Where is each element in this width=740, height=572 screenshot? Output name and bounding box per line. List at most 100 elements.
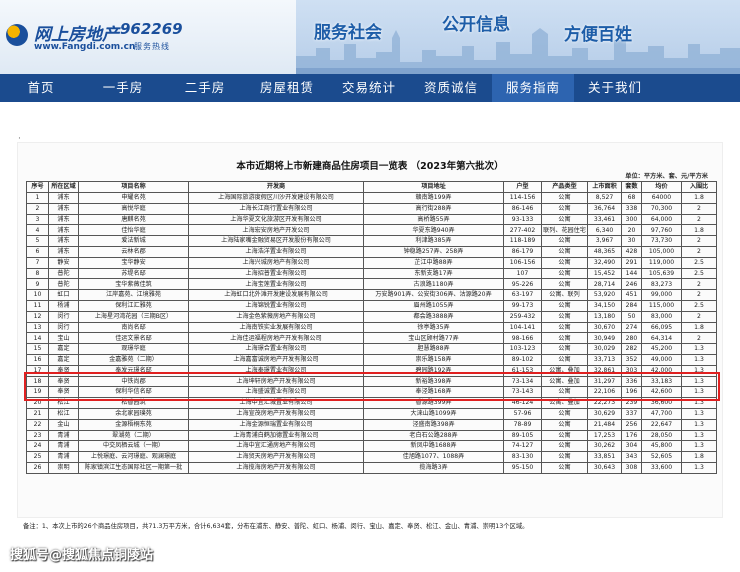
table-cell: 上海奉璟置业有限公司: [188, 364, 364, 377]
nav-statistics[interactable]: 交易统计: [328, 74, 410, 102]
site-logo[interactable]: 网上房地产 www.Fangdi.com.cn 962269 服务热线: [6, 18, 296, 54]
table-cell: 唐麒名苑: [78, 213, 189, 226]
table-cell: 公寓: [541, 353, 588, 366]
table-cell: 451: [621, 289, 642, 301]
table-row: 25 青浦 上悦璟庭、云河璟庭、观澜璟庭 上海贸天房地产开发有限公司 佳旭路1077、1…: [26, 451, 717, 463]
table-cell: 2: [681, 310, 717, 323]
nav-new-homes[interactable]: 一手房: [82, 74, 164, 102]
table-cell: 华夏东路940弄: [363, 224, 504, 237]
table-cell: 公寓: [541, 256, 588, 269]
table-cell: 公寓: [541, 202, 588, 215]
table-cell: 奉贤: [48, 364, 79, 377]
table-cell: 196: [621, 386, 642, 399]
table-cell: 2.5: [681, 299, 717, 312]
table-row: 24 青浦 中交凤栖云城（一期） 上海中宜汇通房地产有限公司 新凤中路1688弄 74-1…: [26, 440, 717, 453]
table-cell: 公寓: [541, 321, 588, 334]
table-body: 1 浦东 申耀名苑 上海国际旅游度假区川沙开发建设有限公司 赣南路199弄 114-156…: [26, 192, 717, 474]
unit-label: 单位：平方米、套、元/平方米: [625, 173, 708, 180]
column-header: 上市面积: [587, 181, 622, 193]
table-cell: 9: [26, 278, 49, 291]
table-row: 23 青浦 翠湖苑（二期） 上海青浦白鹤加德置业有限公司 老白石公路288弄 89-105…: [26, 429, 717, 442]
table-cell: 22,647: [641, 418, 682, 431]
table-cell: 金嘉雅苑（二期）: [78, 353, 189, 366]
nav-rental[interactable]: 房屋租赁: [246, 74, 328, 102]
table-cell: 246: [621, 278, 642, 291]
table-cell: 176: [621, 429, 642, 442]
table-row: 18 奉贤 中铁尚郡 上海坤轩房地产开发有限公司 新裕路398弄 73-134 公寓、叠加 3…: [26, 375, 717, 388]
table-cell: 95-226: [503, 278, 542, 291]
table-cell: 99-173: [503, 299, 542, 312]
table-cell: 2.5: [681, 267, 717, 280]
table-cell: 上海宏安房地产开发公司: [188, 224, 364, 237]
table-cell: 89-102: [503, 353, 542, 366]
table-cell: 1.3: [681, 364, 717, 377]
table-cell: 申耀名苑: [78, 192, 189, 204]
table-cell: 259-432: [503, 310, 542, 323]
nav-home[interactable]: 首页: [0, 74, 82, 102]
table-cell: 碧园路192弄: [363, 364, 504, 377]
table-row: 2 浦东 高悦华庭 上海长江商行置业有限公司 高行街288弄 86-146 公寓 36,764…: [26, 202, 717, 215]
table-cell: 1.3: [681, 375, 717, 388]
nav-about[interactable]: 关于我们: [574, 74, 656, 102]
table-cell: 274: [621, 321, 642, 334]
slogan-convenience: 方便百姓: [564, 25, 632, 45]
table-row: 12 闵行 上海星河湾花园（三期B区） 上海金色紫薇房地产有限公司 都会路3888弄 25…: [26, 310, 717, 323]
table-cell: 上悦璟庭、云河璟庭、观澜璟庭: [78, 451, 189, 463]
table-cell: 70,300: [641, 202, 682, 215]
table-row: 7 静安 宝华静安 上海兴城房地产有限公司 芷江中路88弄 106-156 公寓 32,490…: [26, 256, 717, 269]
table-cell: 杨浦: [48, 299, 79, 312]
table-cell: 2: [681, 278, 717, 291]
table-cell: 泾盛南路398弄: [363, 418, 504, 431]
table-cell: 303: [621, 364, 642, 377]
table-cell: 21: [26, 407, 49, 420]
table-cell: 宝华静安: [78, 256, 189, 269]
table-cell: 12: [26, 310, 49, 323]
table-cell: 金山: [48, 418, 79, 431]
table-cell: 30,949: [587, 332, 622, 345]
table-row: 4 浦东 佳怡华庭 上海宏安房地产开发公司 华夏东路940弄 277-402 联列、花园住宅…: [26, 224, 717, 237]
column-header: 所在区域: [48, 181, 79, 193]
table-cell: 32,490: [587, 256, 622, 269]
table-row: 14 宝山 佳运文景名邸 上海佳运福程房地产开发有限公司 宝山区顾村路77弄 98-166…: [26, 332, 717, 345]
table-cell: 公寓、叠加: [541, 364, 588, 377]
table-cell: 93-133: [503, 213, 542, 226]
nav-service-guide[interactable]: 服务指南: [492, 74, 574, 102]
table-row: 21 松江 余北家园璞苑 上海宣茂房地产开发有限公司 大涞山路1099弄 57-96 公寓 3…: [26, 407, 717, 420]
table-cell: 公寓: [541, 407, 588, 420]
table-cell: 11: [26, 299, 49, 312]
table-cell: 23: [26, 429, 49, 442]
table-cell: 282: [621, 343, 642, 355]
table-cell: 1.8: [681, 451, 717, 463]
table-cell: 奉贤: [48, 375, 79, 388]
table-cell: 上海金色紫薇房地产有限公司: [188, 310, 364, 323]
table-cell: 73,730: [641, 235, 682, 247]
table-cell: 74-127: [503, 440, 542, 453]
table-cell: 翠湖苑（二期）: [78, 429, 189, 442]
table-cell: 291: [621, 256, 642, 269]
table-cell: 22: [26, 418, 49, 431]
table-cell: 公寓: [541, 278, 588, 291]
table-cell: 江岸嘉苑、江境雅苑: [78, 289, 189, 301]
table-cell: 61-153: [503, 364, 542, 377]
nav-resale[interactable]: 二手房: [164, 74, 246, 102]
table-cell: 上海兴城房地产有限公司: [188, 256, 364, 269]
column-header: 入围比: [681, 181, 717, 193]
table-cell: 64000: [641, 192, 682, 204]
table-cell: 佳运文景名邸: [78, 332, 189, 345]
table-cell: 钟稳路257弄、258弄: [363, 245, 504, 258]
table-cell: 上海南铁实业发展有限公司: [188, 321, 364, 334]
nav-credit[interactable]: 资质诚信: [410, 74, 492, 102]
table-cell: 宝华紫薇佳筑: [78, 278, 189, 291]
table-cell: 公寓: [541, 451, 588, 463]
table-header-row: 序号 所在区域 项目名称 开发商 项目地址 户型 产品类型 上市面积 套数 均价 入围比: [26, 181, 717, 193]
table-cell: 上海盛诚置业有限公司: [188, 386, 364, 399]
table-cell: 公寓: [541, 245, 588, 258]
table-cell: 2.5: [681, 256, 717, 269]
table-cell: 高悦华庭: [78, 202, 189, 215]
table-cell: 28,050: [641, 429, 682, 442]
table-cell: 239: [621, 397, 642, 409]
table-cell: 徐亭路35弄: [363, 321, 504, 334]
logo-emblem-icon: [6, 24, 28, 46]
table-cell: 352: [621, 353, 642, 366]
table-cell: 虹口: [48, 289, 79, 301]
